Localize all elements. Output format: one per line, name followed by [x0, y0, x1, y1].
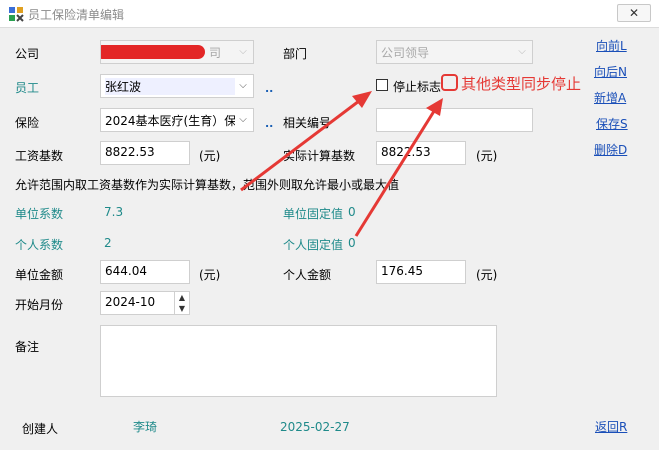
close-icon: ✕ — [628, 6, 640, 20]
base-hint-text: 允许范围内取工资基数作为实际计算基数，范围外则取允许最小或最大值 — [15, 178, 400, 192]
save-button[interactable]: 保存S — [596, 115, 628, 132]
unit-fixed-label: 单位固定值 — [283, 207, 344, 221]
annotation-text: 其他类型同步停止 — [461, 75, 582, 93]
personal-amount-unit: (元) — [476, 268, 498, 282]
stop-flag-checkbox[interactable] — [376, 79, 388, 91]
personal-fixed-value: 0 — [348, 236, 356, 250]
add-button[interactable]: 新增A — [594, 89, 626, 106]
insurance-more-button[interactable]: .. — [265, 117, 273, 130]
chevron-down-icon: ⌵ — [239, 80, 247, 91]
start-month-input[interactable]: 2024-10 ▲ ▼ — [100, 291, 190, 315]
month-spinner[interactable]: ▲ ▼ — [174, 292, 189, 314]
start-month-label: 开始月份 — [15, 298, 64, 312]
stop-flag-label: 停止标志 — [393, 80, 442, 94]
close-button[interactable]: ✕ — [617, 4, 651, 22]
company-label: 公司 — [15, 47, 40, 61]
salary-base-input[interactable]: 8822.53 — [100, 141, 190, 165]
related-no-label: 相关编号 — [283, 116, 332, 130]
chevron-down-icon: ⌵ — [518, 46, 526, 57]
unit-rate-label: 单位系数 — [15, 207, 64, 221]
redaction-mark — [101, 45, 205, 59]
next-button[interactable]: 向后N — [594, 63, 627, 80]
remark-label: 备注 — [15, 340, 40, 354]
chevron-down-icon: ⌵ — [239, 114, 247, 125]
actual-base-unit: (元) — [476, 149, 498, 163]
unit-amount-unit: (元) — [199, 268, 221, 282]
insurance-select[interactable]: 2024基本医疗(生育）保险 ⌵ — [100, 108, 254, 132]
actual-base-input[interactable]: 8822.53 — [376, 141, 466, 165]
personal-fixed-label: 个人固定值 — [283, 238, 344, 252]
unit-amount-input[interactable]: 644.04 — [100, 260, 190, 284]
window-title: 员工保险清单编辑 — [28, 8, 125, 22]
employee-select[interactable]: 张红波 ⌵ — [100, 74, 254, 98]
back-button[interactable]: 返回R — [595, 418, 627, 435]
company-select[interactable]: 司 ⌵ — [100, 40, 254, 64]
unit-amount-label: 单位金额 — [15, 268, 64, 282]
creator-value: 李琦 — [133, 420, 158, 434]
delete-button[interactable]: 删除D — [594, 141, 627, 158]
remark-textarea[interactable] — [100, 325, 497, 397]
salary-base-label: 工资基数 — [15, 149, 64, 163]
prev-button[interactable]: 向前L — [596, 37, 627, 54]
employee-label: 员工 — [15, 81, 40, 95]
related-no-input[interactable] — [376, 108, 533, 132]
annotation-box — [441, 74, 458, 91]
department-select[interactable]: 公司领导 ⌵ — [376, 40, 533, 64]
title-bar: 员工保险清单编辑 ✕ — [0, 0, 659, 28]
department-label: 部门 — [283, 47, 308, 61]
actual-base-label: 实际计算基数 — [283, 149, 356, 163]
salary-base-unit: (元) — [199, 149, 221, 163]
chevron-down-icon: ⌵ — [239, 46, 247, 57]
employee-more-button[interactable]: .. — [265, 82, 273, 95]
insurance-label: 保险 — [15, 116, 40, 130]
spin-down-icon[interactable]: ▼ — [175, 303, 189, 314]
created-date: 2025-02-27 — [280, 420, 350, 434]
creator-label: 创建人 — [22, 422, 59, 436]
form-body: 公司 司 ⌵ 部门 公司领导 ⌵ 员工 张红波 ⌵ .. 停止标志 保险 202… — [0, 28, 659, 450]
unit-rate-value: 7.3 — [104, 205, 124, 219]
personal-amount-input[interactable]: 176.45 — [376, 260, 466, 284]
personal-rate-value: 2 — [104, 236, 112, 250]
spin-up-icon[interactable]: ▲ — [175, 292, 189, 303]
personal-rate-label: 个人系数 — [15, 238, 64, 252]
unit-fixed-value: 0 — [348, 205, 356, 219]
app-icon — [9, 7, 24, 22]
personal-amount-label: 个人金额 — [283, 268, 332, 282]
annotation-arrowhead-1 — [352, 91, 372, 108]
